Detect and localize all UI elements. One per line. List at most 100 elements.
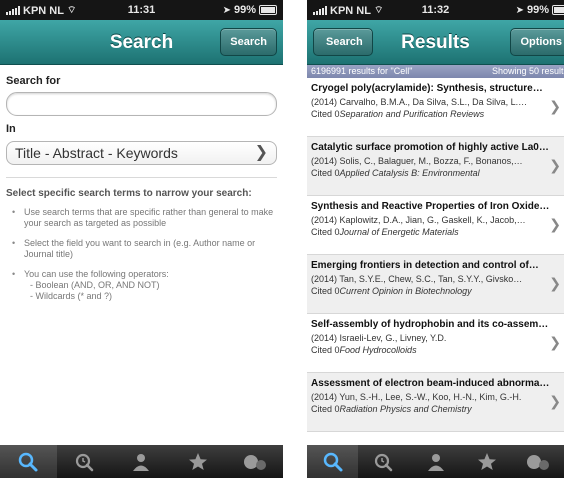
options-button[interactable]: Options (510, 28, 564, 56)
chevron-right-icon: ❯ (549, 334, 561, 350)
search-for-label: Search for (6, 75, 61, 87)
battery-percent: 99% (526, 4, 549, 16)
chevron-right-icon: ❯ (254, 144, 268, 161)
search-form: Search for In Title - Abstract - Keyword… (0, 65, 283, 302)
tip-text: You can use the following operators: (24, 269, 169, 279)
journal-name: Applied Catalysis B: Environmental (339, 168, 480, 178)
tip-item: Use search terms that are specific rathe… (6, 207, 277, 229)
results-screen: KPN NL ⌔ 11:32 ➤ 99% Search Results Opti… (307, 0, 564, 478)
search-input[interactable] (6, 92, 277, 116)
battery-percent: 99% (233, 4, 256, 16)
cited-count: Cited 0 (311, 227, 340, 237)
result-authors: (2014) Kaplowitz, D.A., Jian, G., Gaskel… (311, 215, 526, 225)
star-icon (477, 452, 496, 470)
results-showing: Showing 50 results (491, 66, 564, 76)
result-citation: Cited 0Current Opinion in Biotechnology (311, 286, 550, 296)
status-bar: KPN NL ⌔ 11:32 ➤ 99% (307, 0, 564, 20)
result-row[interactable]: Self-assembly of hydrophobin and its co-… (307, 314, 564, 373)
tab-favorites[interactable] (170, 445, 227, 478)
result-citation: Cited 0Journal of Energetic Materials (311, 227, 550, 237)
divider (6, 177, 277, 178)
chevron-right-icon: ❯ (549, 393, 561, 409)
more-icon (527, 454, 550, 470)
star-icon (189, 452, 208, 470)
tab-recent-searches[interactable] (57, 445, 114, 478)
result-citation: Cited 0Radiation Physics and Chemistry (311, 404, 550, 414)
tip-text: Select the field you want to search in (… (24, 238, 256, 259)
tab-search[interactable] (307, 445, 359, 478)
tab-more[interactable] (226, 445, 283, 478)
results-list: Cryogel poly(acrylamide): Synthesis, str… (307, 78, 564, 432)
result-citation: Cited 0Separation and Purification Revie… (311, 109, 550, 119)
journal-name: Food Hydrocolloids (339, 345, 417, 355)
tab-authors[interactable] (113, 445, 170, 478)
status-bar: KPN NL ⌔ 11:31 ➤ 99% (0, 0, 283, 20)
cited-count: Cited 0 (311, 109, 340, 119)
result-citation: Cited 0Applied Catalysis B: Environmenta… (311, 168, 550, 178)
cited-count: Cited 0 (311, 286, 340, 296)
tab-favorites[interactable] (461, 445, 512, 478)
navigation-bar: Search Results Options (307, 20, 564, 65)
result-row[interactable]: Catalytic surface promotion of highly ac… (307, 137, 564, 196)
journal-name: Radiation Physics and Chemistry (339, 404, 472, 414)
results-count: 6196991 results for "Cell" (311, 66, 413, 76)
result-authors: (2014) Israeli-Lev, G., Livney, Y.D. (311, 333, 447, 343)
help-title: Select specific search terms to narrow y… (6, 188, 252, 199)
result-title: Catalytic surface promotion of highly ac… (311, 142, 549, 153)
tip-subtext: - Boolean (AND, OR, AND NOT) (30, 280, 160, 290)
result-title: Emerging frontiers in detection and cont… (311, 260, 539, 271)
result-title: Assessment of electron beam-induced abno… (311, 378, 550, 389)
tab-authors[interactable] (410, 445, 461, 478)
search-icon (19, 452, 38, 471)
people-icon (133, 453, 150, 471)
result-title: Cryogel poly(acrylamide): Synthesis, str… (311, 83, 543, 94)
result-authors: (2014) Solis, C., Balaguer, M., Bozza, F… (311, 156, 523, 166)
result-row[interactable]: Assessment of electron beam-induced abno… (307, 373, 564, 432)
tip-subtext: - Wildcards (* and ?) (30, 291, 113, 301)
tab-recent-searches[interactable] (358, 445, 409, 478)
in-label: In (6, 123, 16, 135)
chevron-right-icon: ❯ (549, 216, 561, 232)
cited-count: Cited 0 (311, 345, 340, 355)
result-authors: (2014) Yun, S.-H., Lee, S.-W., Koo, H.-N… (311, 392, 522, 402)
result-authors: (2014) Tan, S.Y.E., Chew, S.C., Tan, S.Y… (311, 274, 523, 284)
result-authors: (2014) Carvalho, B.M.A., Da Silva, S.L.,… (311, 97, 528, 107)
result-row[interactable]: Synthesis and Reactive Properties of Iro… (307, 196, 564, 255)
battery-icon (552, 5, 564, 15)
search-icon (323, 452, 343, 471)
more-icon (243, 454, 266, 470)
cited-count: Cited 0 (311, 168, 340, 178)
location-arrow-icon: ➤ (515, 4, 524, 16)
chevron-right-icon: ❯ (549, 98, 561, 114)
battery-group: ➤ 99% (516, 4, 564, 16)
journal-name: Separation and Purification Reviews (339, 109, 485, 119)
navigation-bar: Search Search (0, 20, 283, 65)
journal-name: Current Opinion in Biotechnology (339, 286, 472, 296)
recent-search-icon (75, 453, 94, 471)
search-field-value: Title - Abstract - Keywords (15, 145, 178, 161)
tab-bar (307, 445, 564, 478)
chevron-right-icon: ❯ (549, 157, 561, 173)
search-field-select[interactable]: Title - Abstract - Keywords ❯ (6, 141, 277, 165)
search-screen: KPN NL ⌔ 11:31 ➤ 99% Search Search Searc… (0, 0, 283, 478)
search-button[interactable]: Search (220, 28, 277, 56)
result-row[interactable]: Cryogel poly(acrylamide): Synthesis, str… (307, 78, 564, 137)
cited-count: Cited 0 (311, 404, 340, 414)
result-title: Self-assembly of hydrophobin and its co-… (311, 319, 549, 330)
tip-item: Select the field you want to search in (… (6, 238, 277, 260)
tip-item: You can use the following operators: - B… (6, 269, 277, 302)
results-summary-bar: 6196991 results for "Cell" Showing 50 re… (307, 65, 564, 78)
tab-more[interactable] (513, 445, 564, 478)
tip-text: Use search terms that are specific rathe… (24, 207, 274, 228)
journal-name: Journal of Energetic Materials (339, 227, 459, 237)
location-arrow-icon: ➤ (222, 4, 231, 16)
recent-search-icon (375, 453, 393, 471)
result-row[interactable]: Emerging frontiers in detection and cont… (307, 255, 564, 314)
battery-group: ➤ 99% (223, 4, 277, 16)
result-title: Synthesis and Reactive Properties of Iro… (311, 201, 550, 212)
result-citation: Cited 0Food Hydrocolloids (311, 345, 550, 355)
battery-icon (259, 5, 277, 15)
help-tips: Use search terms that are specific rathe… (6, 207, 277, 302)
chevron-right-icon: ❯ (549, 275, 561, 291)
tab-search[interactable] (0, 445, 57, 478)
